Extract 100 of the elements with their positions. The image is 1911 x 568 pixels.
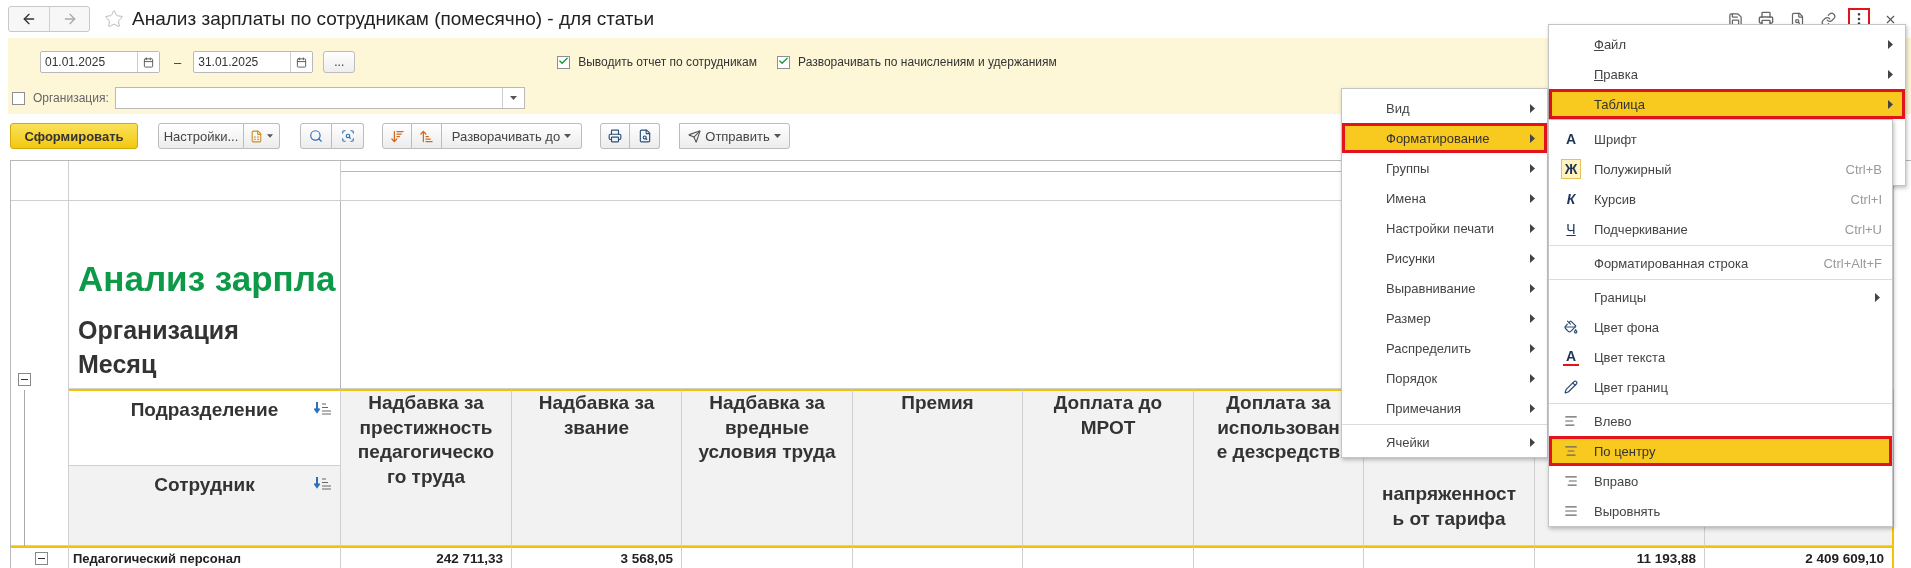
shortcut-text: Ctrl+I (1850, 191, 1882, 207)
checkbox[interactable] (557, 55, 571, 69)
sort-down-icon (389, 128, 405, 144)
submenu-arrow-icon (1530, 313, 1535, 323)
submenu-arrow-icon (1530, 283, 1535, 293)
menu-item[interactable]: Группы (1342, 153, 1547, 183)
back-arrow-icon (21, 11, 37, 27)
menu-item[interactable]: Влево (1549, 406, 1892, 436)
date-from-field[interactable]: 01.01.2025 (40, 51, 160, 73)
menu-item[interactable]: Цвет фона (1549, 312, 1892, 342)
calendar-icon (296, 56, 308, 68)
menu-item[interactable]: Выравнивание (1342, 273, 1547, 303)
print-button[interactable] (600, 123, 630, 149)
period-button[interactable]: ... (323, 51, 356, 73)
menu-item[interactable]: Рисунки (1342, 243, 1547, 273)
caret-icon (509, 96, 517, 100)
format-glyph: A (1564, 130, 1578, 148)
menu-item[interactable]: Вправо (1549, 466, 1892, 496)
menu-item[interactable]: Форматирование (1342, 123, 1547, 153)
paint-bucket-icon (1564, 320, 1578, 334)
calendar-button[interactable] (137, 52, 159, 72)
expand-all-button[interactable] (382, 123, 412, 149)
report-variants-button[interactable] (244, 123, 280, 149)
value-text: 2 409 609,10 (1805, 550, 1884, 566)
value-text: 11 193,88 (1636, 550, 1696, 566)
menu-item[interactable]: Ячейки (1342, 427, 1547, 457)
search-icon (309, 129, 323, 143)
menu-item[interactable]: Выровнять (1549, 496, 1892, 526)
shortcut-text: Ctrl+U (1844, 221, 1882, 237)
search-next-button[interactable] (332, 123, 364, 149)
checkbox[interactable] (12, 91, 25, 105)
format-glyph: Ч (1565, 220, 1577, 238)
settings-button[interactable]: Настройки... (158, 123, 244, 149)
expand-to-button[interactable]: Разворачивать до (442, 123, 582, 149)
row-header: Подразделение (130, 399, 279, 421)
sort-icon[interactable] (314, 476, 332, 490)
menu-item[interactable]: Цвет границ (1549, 372, 1892, 402)
search-button[interactable] (300, 123, 332, 149)
column-header: Надбавка за престижность педагогическо го труда (357, 391, 495, 489)
menu-item[interactable]: Распределить (1342, 333, 1547, 363)
row-header: Сотрудник (154, 474, 255, 496)
menu-item[interactable]: Примечания (1342, 393, 1547, 423)
caret-icon (266, 134, 273, 138)
menu-item[interactable]: Правка (1549, 59, 1905, 89)
menu-item[interactable]: A Шрифт (1549, 124, 1892, 154)
menu-item[interactable]: Размер (1342, 303, 1547, 333)
menu-item[interactable]: Имена (1342, 183, 1547, 213)
report-parameter: Организация (78, 315, 240, 346)
menu-item[interactable]: По центру (1549, 436, 1892, 466)
preview-button[interactable] (630, 123, 660, 149)
column-header: напряженност ь от тарифа (1382, 482, 1516, 531)
favorite-star-icon[interactable] (104, 9, 124, 29)
collapse-all-button[interactable] (412, 123, 442, 149)
preview-icon (637, 129, 652, 143)
menu-item[interactable]: Форматированная строка Ctrl+Alt+F (1549, 248, 1892, 278)
generate-button[interactable]: Сформировать (10, 123, 138, 149)
submenu-arrow-icon (1530, 437, 1535, 447)
print-icon (1758, 11, 1774, 27)
organization-label: Организация: (33, 91, 109, 105)
link-icon (1820, 11, 1836, 27)
date-to-field[interactable]: 31.01.2025 (193, 51, 314, 73)
pencil-icon (1564, 380, 1578, 394)
menu-item[interactable]: Файл (1549, 29, 1905, 59)
format-glyph: Ж (1560, 159, 1582, 179)
report-title: Анализ зарпла (78, 259, 337, 299)
align-icon (1564, 414, 1578, 428)
print-icon (608, 129, 622, 143)
column-header: Надбавка за вредные условия труда (698, 391, 836, 464)
send-button[interactable]: Отправить (679, 123, 790, 149)
collapse-icon[interactable] (18, 373, 31, 386)
calendar-button[interactable] (290, 52, 313, 72)
menu-item[interactable]: Настройки печати (1342, 213, 1547, 243)
menu-item[interactable]: Ж Полужирный Ctrl+B (1549, 154, 1892, 184)
value-text: 242 711,33 (436, 550, 503, 566)
menu-item[interactable]: A Цвет текста (1549, 342, 1892, 372)
preview-icon (1789, 11, 1805, 27)
menu-item[interactable]: Таблица (1549, 89, 1905, 119)
submenu-arrow-icon (1530, 163, 1535, 173)
organization-field[interactable] (114, 87, 525, 109)
menu-item[interactable]: Порядок (1342, 363, 1547, 393)
window-title: Анализ зарплаты по сотрудникам (помесячно) - для статьи (132, 8, 655, 30)
submenu-arrow-icon (1530, 223, 1535, 233)
menu-item[interactable]: Границы (1549, 282, 1892, 312)
format-glyph: К (1565, 190, 1577, 208)
send-icon (688, 129, 702, 143)
sort-icon[interactable] (314, 401, 332, 415)
value-text: 3 568,05 (620, 550, 673, 566)
caret-icon (564, 134, 572, 138)
submenu-arrow-icon (1888, 99, 1893, 109)
checkbox-label: Выводить отчет по сотрудникам (578, 55, 758, 69)
column-header: Премия (901, 391, 974, 415)
collapse-icon[interactable] (35, 552, 48, 565)
menu-item[interactable]: Ч Подчеркивание Ctrl+U (1549, 214, 1892, 244)
date-separator: – (174, 54, 182, 70)
menu-item[interactable]: К Курсив Ctrl+I (1549, 184, 1892, 214)
shortcut-text: Ctrl+Alt+F (1823, 255, 1882, 271)
menu-item[interactable]: Вид (1342, 93, 1547, 123)
report-variant-icon (250, 128, 263, 144)
checkbox[interactable] (777, 55, 791, 69)
submenu-arrow-icon (1530, 253, 1535, 263)
